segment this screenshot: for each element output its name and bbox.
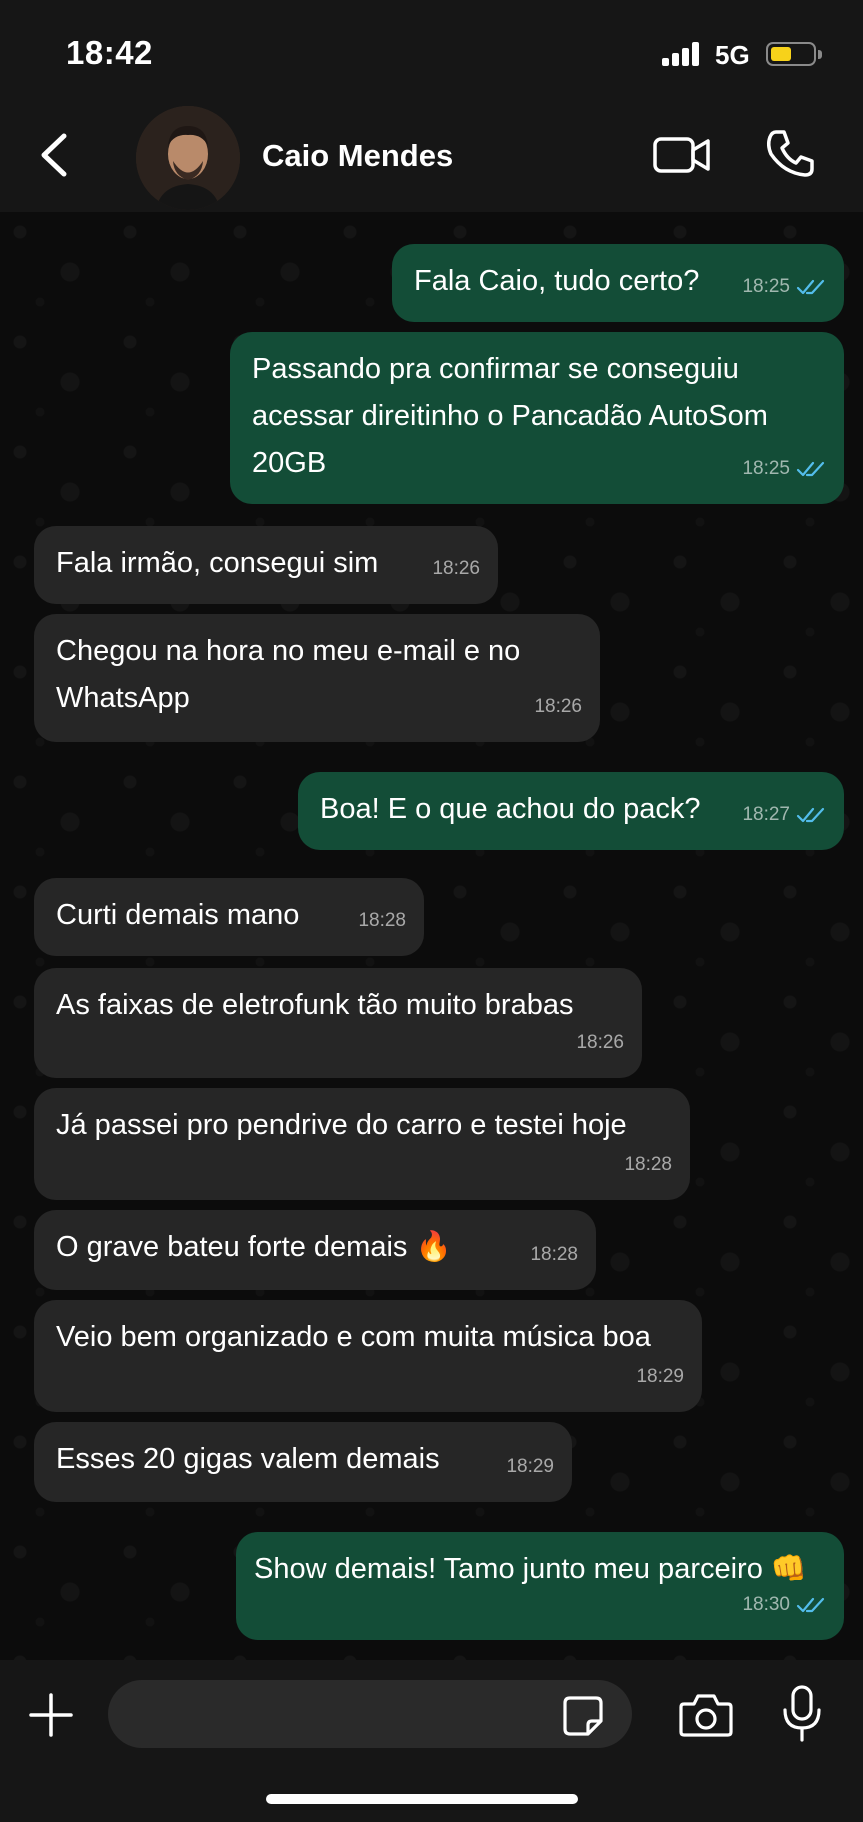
video-camera-icon bbox=[653, 137, 710, 173]
chat-screen: 18:42 5G Caio Mendes Fala Caio, tudo cer… bbox=[0, 0, 863, 1822]
message-meta: 18:28 bbox=[624, 1141, 672, 1188]
message-input[interactable] bbox=[108, 1680, 632, 1748]
message-text: Esses 20 gigas valem demais bbox=[56, 1443, 440, 1475]
message-time: 18:28 bbox=[358, 910, 406, 931]
chat-header: Caio Mendes bbox=[0, 100, 863, 212]
double-check-icon bbox=[796, 1597, 825, 1612]
message-bubble-incoming[interactable]: Já passei pro pendrive do carro e testei… bbox=[34, 1088, 690, 1200]
message-meta: 18:26 bbox=[432, 545, 480, 592]
message-time: 18:25 bbox=[742, 276, 790, 297]
message-meta: 18:26 bbox=[576, 1019, 624, 1066]
network-type: 5G bbox=[715, 40, 750, 70]
microphone-icon bbox=[783, 1685, 821, 1742]
message-bubble-outgoing[interactable]: Boa! E o que achou do pack? 18:27 bbox=[298, 772, 844, 850]
message-bubble-outgoing[interactable]: Passando pra confirmar se conseguiu aces… bbox=[230, 332, 844, 504]
contact-name[interactable]: Caio Mendes bbox=[262, 138, 453, 174]
message-bubble-outgoing[interactable]: Fala Caio, tudo certo? 18:25 bbox=[392, 244, 844, 322]
double-check-icon bbox=[796, 279, 825, 294]
back-button[interactable] bbox=[24, 122, 84, 188]
message-time: 18:29 bbox=[506, 1456, 554, 1477]
message-meta: 18:25 bbox=[742, 445, 826, 492]
message-text: O grave bateu forte demais 🔥 bbox=[56, 1231, 452, 1263]
message-text: Já passei pro pendrive do carro e testei… bbox=[56, 1109, 627, 1141]
message-bubble-incoming[interactable]: Fala irmão, consegui sim 18:26 bbox=[34, 526, 498, 604]
double-check-icon bbox=[796, 461, 825, 476]
contact-avatar[interactable] bbox=[136, 106, 240, 210]
message-text: Curti demais mano bbox=[56, 899, 300, 931]
message-time: 18:29 bbox=[636, 1366, 684, 1387]
message-bubble-incoming[interactable]: Curti demais mano 18:28 bbox=[34, 878, 424, 956]
attach-button[interactable] bbox=[28, 1692, 74, 1738]
message-meta: 18:29 bbox=[506, 1443, 554, 1490]
video-call-button[interactable] bbox=[652, 130, 712, 180]
chevron-left-icon bbox=[41, 133, 67, 177]
home-indicator[interactable] bbox=[266, 1794, 578, 1804]
battery-tip bbox=[818, 50, 822, 59]
phone-icon bbox=[766, 130, 814, 177]
message-meta: 18:27 bbox=[742, 791, 826, 838]
message-bubble-incoming[interactable]: Chegou na hora no meu e-mail e no WhatsA… bbox=[34, 614, 600, 742]
message-text: Boa! E o que achou do pack? bbox=[320, 793, 701, 825]
message-text: As faixas de eletrofunk tão muito brabas bbox=[56, 989, 574, 1021]
battery-level bbox=[771, 47, 791, 61]
message-time: 18:28 bbox=[624, 1154, 672, 1175]
message-bubble-incoming[interactable]: Veio bem organizado e com muita música b… bbox=[34, 1300, 702, 1412]
message-text: Passando pra confirmar se conseguiu aces… bbox=[252, 353, 768, 479]
message-bubble-outgoing[interactable]: Show demais! Tamo junto meu parceiro 👊 1… bbox=[236, 1532, 844, 1640]
sticker-icon bbox=[563, 1696, 603, 1736]
sticker-button[interactable] bbox=[562, 1695, 604, 1737]
message-meta: 18:28 bbox=[358, 897, 406, 944]
battery-icon bbox=[766, 42, 816, 66]
double-check-icon bbox=[796, 807, 825, 822]
message-meta: 18:26 bbox=[534, 683, 582, 730]
message-time: 18:30 bbox=[742, 1594, 790, 1615]
message-text: Show demais! Tamo junto meu parceiro 👊 bbox=[254, 1553, 807, 1585]
message-text: Fala Caio, tudo certo? bbox=[414, 265, 700, 297]
camera-icon bbox=[679, 1694, 733, 1737]
message-meta: 18:30 bbox=[742, 1581, 826, 1628]
message-meta: 18:29 bbox=[636, 1353, 684, 1400]
message-text: Fala irmão, consegui sim bbox=[56, 547, 379, 579]
message-meta: 18:25 bbox=[742, 263, 826, 310]
message-time: 18:26 bbox=[534, 696, 582, 717]
message-time: 18:27 bbox=[742, 804, 790, 825]
message-time: 18:28 bbox=[530, 1244, 578, 1265]
voice-call-button[interactable] bbox=[762, 126, 818, 182]
message-time: 18:26 bbox=[576, 1032, 624, 1053]
message-text: Chegou na hora no meu e-mail e no WhatsA… bbox=[56, 635, 521, 714]
avatar-image bbox=[136, 106, 240, 210]
microphone-button[interactable] bbox=[780, 1684, 824, 1744]
message-meta: 18:28 bbox=[530, 1231, 578, 1278]
plus-icon bbox=[29, 1693, 73, 1737]
message-bubble-incoming[interactable]: As faixas de eletrofunk tão muito brabas… bbox=[34, 968, 642, 1078]
signal-icon bbox=[662, 42, 702, 66]
camera-button[interactable] bbox=[678, 1690, 734, 1740]
message-text: Veio bem organizado e com muita música b… bbox=[56, 1321, 651, 1353]
message-time: 18:26 bbox=[432, 558, 480, 579]
status-time: 18:42 bbox=[66, 34, 153, 71]
message-list[interactable]: Fala Caio, tudo certo? 18:25 Passando pr… bbox=[0, 212, 863, 1660]
message-time: 18:25 bbox=[742, 458, 790, 479]
message-bubble-incoming[interactable]: O grave bateu forte demais 🔥 18:28 bbox=[34, 1210, 596, 1290]
message-bubble-incoming[interactable]: Esses 20 gigas valem demais 18:29 bbox=[34, 1422, 572, 1502]
composer-bar bbox=[0, 1660, 863, 1822]
status-bar: 18:42 5G bbox=[0, 0, 863, 100]
